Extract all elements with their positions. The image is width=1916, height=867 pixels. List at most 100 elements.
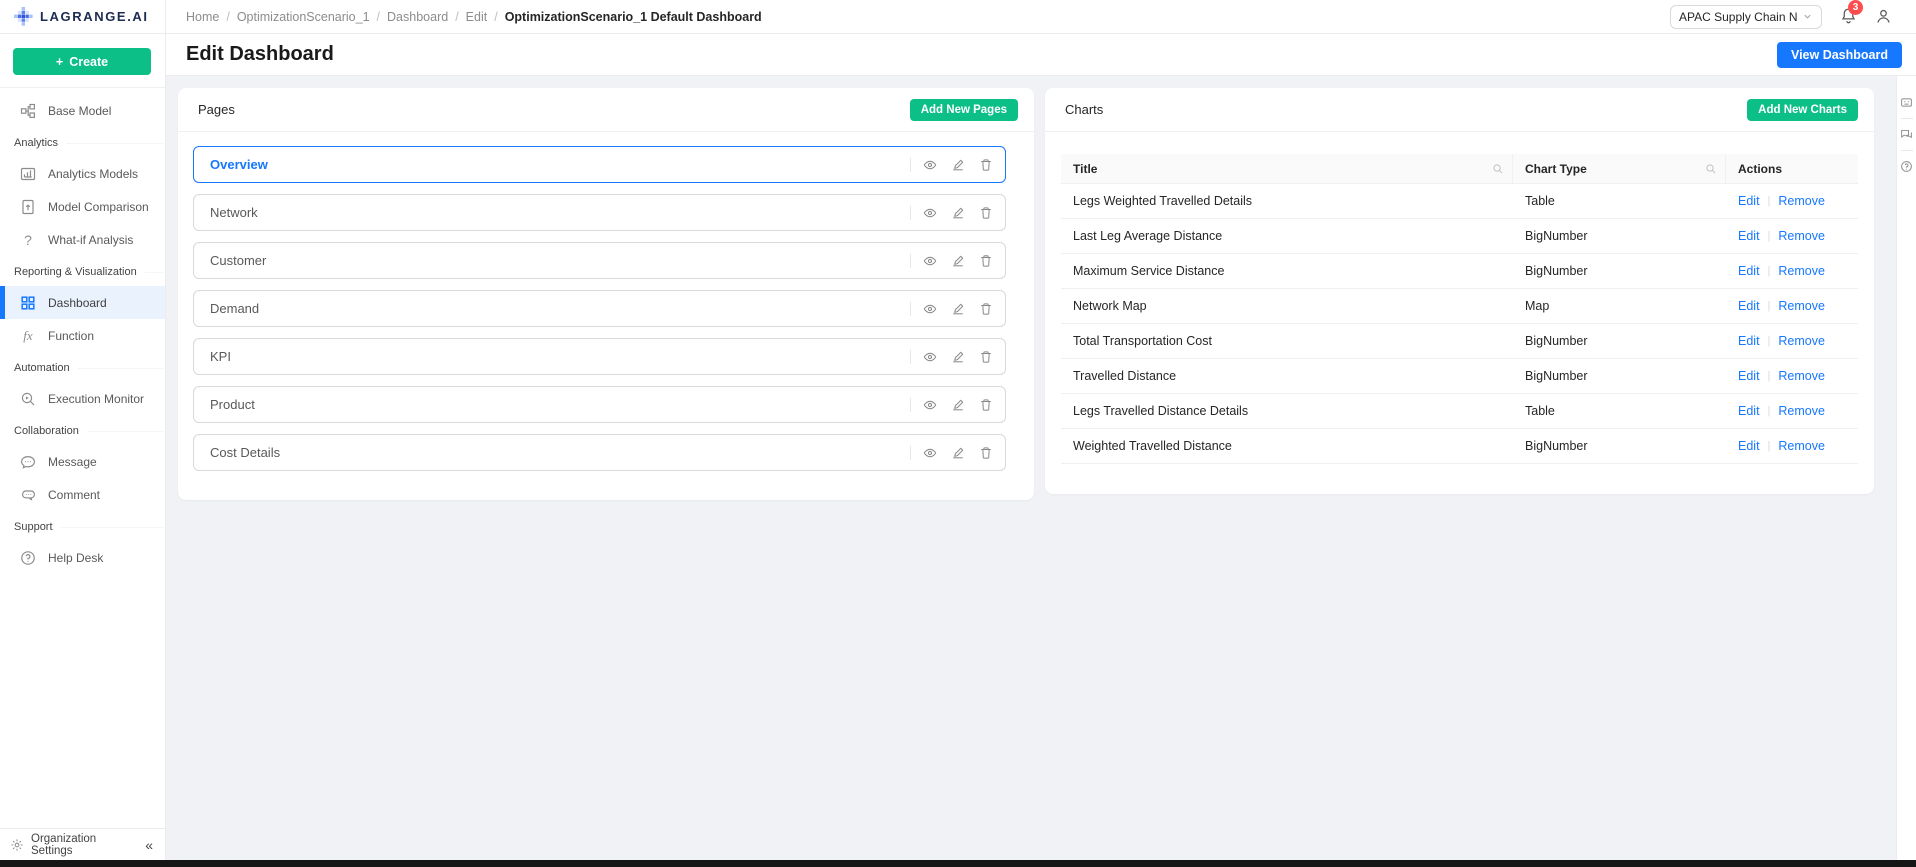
- sidebar-item-what-if-analysis[interactable]: ? What-if Analysis: [0, 223, 165, 256]
- preview-page-eye-icon[interactable]: [923, 254, 937, 268]
- chart-actions-cell: Edit | Remove: [1726, 324, 1858, 358]
- breadcrumb-item[interactable]: Edit: [466, 10, 488, 24]
- delete-page-trash-icon[interactable]: [979, 302, 993, 316]
- page-row-network[interactable]: Network: [193, 194, 1006, 231]
- page-row-product[interactable]: Product: [193, 386, 1006, 423]
- chart-title-cell: Total Transportation Cost: [1073, 334, 1212, 348]
- edit-page-pencil-icon[interactable]: [951, 302, 965, 316]
- edit-chart-link[interactable]: Edit: [1738, 369, 1760, 383]
- remove-chart-link[interactable]: Remove: [1778, 194, 1825, 208]
- chart-title-cell: Last Leg Average Distance: [1073, 229, 1223, 243]
- remove-chart-link[interactable]: Remove: [1778, 334, 1825, 348]
- edit-chart-link[interactable]: Edit: [1738, 229, 1760, 243]
- help-circle-icon[interactable]: [1900, 160, 1913, 173]
- page-row-customer[interactable]: Customer: [193, 242, 1006, 279]
- add-new-charts-button[interactable]: Add New Charts: [1747, 98, 1858, 121]
- sidebar: + Create Base Model Analytics Analytics Mo…: [0, 34, 166, 860]
- edit-chart-link[interactable]: Edit: [1738, 439, 1760, 453]
- preview-page-eye-icon[interactable]: [923, 398, 937, 412]
- collapse-sidebar-icon[interactable]: «: [145, 837, 153, 853]
- sidebar-item-label: Help Desk: [48, 550, 104, 565]
- chat-bubbles-icon[interactable]: [1900, 128, 1913, 141]
- sidebar-item-execution-monitor[interactable]: Execution Monitor: [0, 382, 165, 415]
- search-icon[interactable]: [1705, 163, 1717, 175]
- sidebar-item-model-comparison[interactable]: Model Comparison: [0, 190, 165, 223]
- divider: [910, 445, 911, 460]
- what-if-icon: ?: [24, 231, 32, 248]
- delete-page-trash-icon[interactable]: [979, 350, 993, 364]
- sidebar-item-help-desk[interactable]: Help Desk: [0, 541, 165, 574]
- edit-page-pencil-icon[interactable]: [951, 206, 965, 220]
- remove-chart-link[interactable]: Remove: [1778, 264, 1825, 278]
- breadcrumb-item[interactable]: Home: [186, 10, 219, 24]
- chart-type-cell: BigNumber: [1525, 439, 1588, 453]
- sidebar-item-message[interactable]: Message: [0, 445, 165, 478]
- sidebar-item-dashboard[interactable]: Dashboard: [0, 286, 165, 319]
- divider: [86, 430, 163, 432]
- edit-page-pencil-icon[interactable]: [951, 398, 965, 412]
- sidebar-item-comment[interactable]: Comment: [0, 478, 165, 511]
- preview-page-eye-icon[interactable]: [923, 350, 937, 364]
- breadcrumb-item[interactable]: OptimizationScenario_1: [237, 10, 370, 24]
- view-dashboard-button[interactable]: View Dashboard: [1776, 41, 1902, 68]
- chart-row: Travelled Distance BigNumber Edit | Remo…: [1061, 359, 1858, 394]
- search-icon[interactable]: [1492, 163, 1504, 175]
- sidebar-item-label: Comment: [48, 487, 101, 502]
- delete-page-trash-icon[interactable]: [979, 446, 993, 460]
- page-title: Edit Dashboard: [186, 43, 334, 65]
- divider: [77, 367, 163, 369]
- edit-chart-link[interactable]: Edit: [1738, 264, 1760, 278]
- notifications-button[interactable]: 3: [1840, 0, 1863, 27]
- section-label: Automation: [14, 362, 70, 374]
- edit-chart-link[interactable]: Edit: [1738, 299, 1760, 313]
- chart-title-cell: Legs Travelled Distance Details: [1073, 404, 1249, 418]
- charts-table-header: Title Chart Type Actions: [1061, 154, 1858, 184]
- breadcrumb-item: OptimizationScenario_1 Default Dashboard: [504, 9, 762, 24]
- user-avatar-icon[interactable]: [1875, 8, 1892, 25]
- remove-chart-link[interactable]: Remove: [1778, 439, 1825, 453]
- sidebar-item-function[interactable]: fx Function: [0, 319, 165, 352]
- sidebar-item-label: Dashboard: [48, 295, 107, 310]
- edit-page-pencil-icon[interactable]: [951, 350, 965, 364]
- edit-chart-link[interactable]: Edit: [1738, 194, 1760, 208]
- page-row-cost-details[interactable]: Cost Details: [193, 434, 1006, 471]
- remove-chart-link[interactable]: Remove: [1778, 404, 1825, 418]
- preview-page-eye-icon[interactable]: [923, 206, 937, 220]
- edit-page-pencil-icon[interactable]: [951, 446, 965, 460]
- edit-page-pencil-icon[interactable]: [951, 158, 965, 172]
- scenario-select[interactable]: APAC Supply Chain Net...: [1670, 4, 1822, 29]
- preview-page-eye-icon[interactable]: [923, 302, 937, 316]
- column-header-actions: Actions: [1738, 161, 1783, 176]
- delete-page-trash-icon[interactable]: [979, 398, 993, 412]
- organization-settings-button[interactable]: Organization Settings «: [0, 828, 165, 860]
- breadcrumb-item[interactable]: Dashboard: [387, 10, 448, 24]
- page-row-overview[interactable]: Overview: [193, 146, 1006, 183]
- preview-page-eye-icon[interactable]: [923, 446, 937, 460]
- page-row-kpi[interactable]: KPI: [193, 338, 1006, 375]
- remove-chart-link[interactable]: Remove: [1778, 229, 1825, 243]
- create-button[interactable]: + Create: [13, 48, 151, 75]
- edit-page-pencil-icon[interactable]: [951, 254, 965, 268]
- chart-type-cell: Table: [1525, 194, 1555, 208]
- delete-page-trash-icon[interactable]: [979, 158, 993, 172]
- remove-chart-link[interactable]: Remove: [1778, 299, 1825, 313]
- preview-page-eye-icon[interactable]: [923, 158, 937, 172]
- remove-chart-link[interactable]: Remove: [1778, 369, 1825, 383]
- app-logo[interactable]: LAGRANGE.AI: [0, 0, 166, 33]
- edit-chart-link[interactable]: Edit: [1738, 334, 1760, 348]
- page-row-demand[interactable]: Demand: [193, 290, 1006, 327]
- sidebar-section-analytics: Analytics: [0, 127, 165, 157]
- charts-panel: Charts Add New Charts Title Chart Type A…: [1045, 88, 1874, 494]
- divider: |: [1767, 300, 1771, 312]
- page-row-actions: [910, 205, 993, 220]
- sidebar-item-analytics-models[interactable]: Analytics Models: [0, 157, 165, 190]
- edit-chart-link[interactable]: Edit: [1738, 404, 1760, 418]
- sidebar-item-base-model[interactable]: Base Model: [0, 94, 165, 127]
- page-name: Customer: [210, 253, 267, 268]
- assistant-robot-icon[interactable]: [1900, 96, 1913, 109]
- add-new-pages-button[interactable]: Add New Pages: [909, 98, 1018, 121]
- page-name: Overview: [210, 157, 268, 172]
- chart-actions-cell: Edit | Remove: [1726, 394, 1858, 428]
- delete-page-trash-icon[interactable]: [979, 254, 993, 268]
- delete-page-trash-icon[interactable]: [979, 206, 993, 220]
